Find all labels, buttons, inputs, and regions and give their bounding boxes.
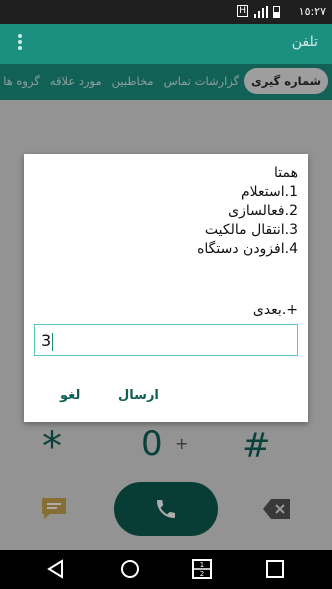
next-option: +.بعدی [252,302,298,318]
svg-text:2: 2 [200,570,204,578]
back-icon[interactable] [46,559,66,579]
status-bar: H ١٥:٢٧ [0,0,332,24]
recent-apps-icon[interactable] [265,559,285,579]
message-line: همتا [274,165,298,181]
dual-window-icon[interactable]: 12 [192,559,212,579]
sim-badge: H [237,5,248,17]
ussd-input[interactable]: 3 [34,324,298,356]
ussd-input-value: 3 [41,331,54,351]
home-icon[interactable] [120,559,140,579]
signal-icon [254,6,268,21]
message-line: 2.فعالسازی [228,203,298,219]
ussd-message: همتا 1.استعلام 2.فعالسازی 3.انتقال مالکی… [197,164,298,259]
send-button[interactable]: ارسال [118,388,159,403]
message-line: 3.انتقال مالکیت [204,222,298,238]
app-title: تلفن [291,34,318,50]
svg-text:1: 1 [200,561,204,569]
battery-icon [273,6,280,18]
overflow-menu-icon[interactable] [10,32,30,56]
ussd-dialog: همتا 1.استعلام 2.فعالسازی 3.انتقال مالکی… [24,154,308,422]
app-bar: تلفن [0,24,332,64]
navigation-bar: 12 [0,550,332,589]
message-line: 4.افزودن دستگاه [197,241,298,257]
message-line: 1.استعلام [241,184,298,200]
cancel-button[interactable]: لغو [60,388,80,403]
status-time: ١٥:٢٧ [298,5,326,18]
